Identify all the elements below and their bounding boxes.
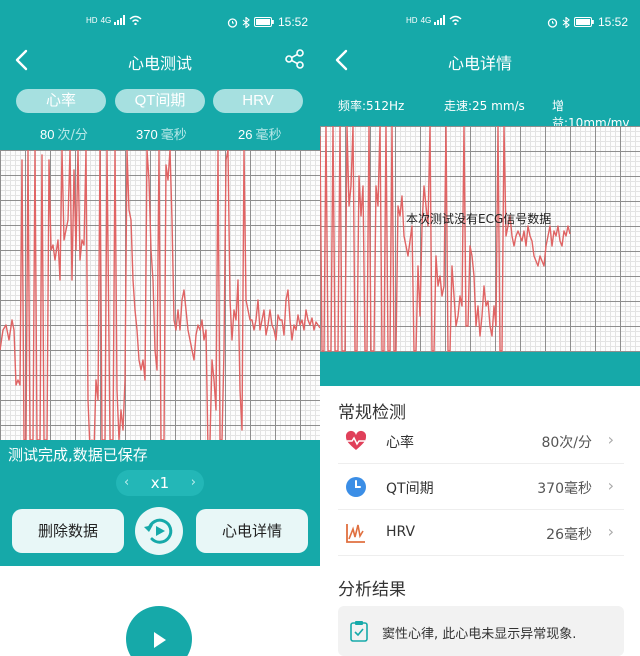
ecg-detail-button[interactable]: 心电详情 <box>196 509 308 553</box>
tab-hrv[interactable]: HRV <box>213 89 303 113</box>
item-label: QT间期 <box>386 481 434 497</box>
chevron-right-icon: › <box>607 476 614 495</box>
delete-data-button[interactable]: 删除数据 <box>12 509 124 553</box>
replay-icon <box>144 518 173 544</box>
clipboard-check-icon <box>350 621 368 642</box>
hrv-value: 26 毫秒 <box>238 127 282 143</box>
speed-selector[interactable]: ‹ x1 › <box>116 470 204 496</box>
battery-icon <box>253 17 274 27</box>
alarm-icon <box>227 17 238 28</box>
clock-time: 15:52 <box>277 15 308 29</box>
status-bar: HD 4G 15:52 <box>0 0 320 40</box>
item-value: 370毫秒 <box>537 481 592 497</box>
no-signal-message: 本次测试没有ECG信号数据 <box>406 212 552 226</box>
page-title: 心电测试 <box>127 54 192 73</box>
title-bar: 心电详情 <box>320 40 640 80</box>
hd-indicator: HD <box>86 15 98 25</box>
item-label: 心率 <box>386 435 414 451</box>
heart-rate-value: 80 次/分 <box>40 127 88 143</box>
ecg-waveform <box>320 126 571 352</box>
ecg-grid <box>0 150 320 442</box>
chevron-left-icon[interactable]: ‹ <box>124 470 129 496</box>
list-item-qt-interval[interactable]: QT间期 370毫秒 › <box>338 464 624 510</box>
play-button[interactable] <box>126 606 192 656</box>
ecg-waveform <box>0 150 320 442</box>
wifi-icon <box>449 15 462 25</box>
bluetooth-icon <box>562 16 570 28</box>
alarm-icon <box>547 17 558 28</box>
ecg-grid: 本次测试没有ECG信号数据 <box>320 126 640 352</box>
sample-rate: 频率:512Hz <box>338 99 405 113</box>
heart-rate-icon <box>345 430 367 450</box>
item-value: 80次/分 <box>541 435 592 451</box>
hrv-chart-icon <box>346 524 365 543</box>
list-item-heart-rate[interactable]: 心率 80次/分 › <box>338 418 624 464</box>
chevron-right-icon[interactable]: › <box>191 470 196 496</box>
metric-tabs: 心率 QT间期 HRV 80 次/分 370 毫秒 26 毫秒 <box>0 80 320 150</box>
analysis-result-box: 窦性心律, 此心电未显示异常现象. <box>338 606 624 656</box>
page-title: 心电详情 <box>447 54 512 73</box>
battery-icon <box>573 17 594 27</box>
signal-icon <box>434 15 446 25</box>
analysis-section-title: 分析结果 <box>338 580 406 600</box>
replay-button[interactable] <box>135 507 183 555</box>
share-icon[interactable] <box>284 48 306 70</box>
ecg-test-screen: HD 4G 15:52 心电测试 心率 QT间期 HRV 80 次/分 370 毫秒… <box>0 0 320 656</box>
play-icon <box>154 632 166 648</box>
item-label: HRV <box>386 524 416 540</box>
status-bar: HD 4G 15:52 <box>320 0 640 40</box>
wifi-icon <box>129 15 142 25</box>
hd-indicator: HD <box>406 15 418 25</box>
test-status-message: 测试完成,数据已保存 <box>8 446 148 464</box>
recording-params: 频率:512Hz 走速:25 mm/s 增益:10mm/mv <box>320 80 640 130</box>
tab-qt-interval[interactable]: QT间期 <box>115 89 205 113</box>
ecg-detail-screen: HD 4G 15:52 心电详情 频率:512Hz 走速:25 mm/s 增益:… <box>320 0 640 656</box>
control-panel: 测试完成,数据已保存 ‹ x1 › 删除数据 心电详情 <box>0 440 320 566</box>
analysis-result-text: 窦性心律, 此心电未显示异常现象. <box>382 627 577 642</box>
network-type: 4G <box>100 15 112 25</box>
qt-interval-value: 370 毫秒 <box>136 127 187 143</box>
list-item-hrv[interactable]: HRV 26毫秒 › <box>338 510 624 556</box>
paper-speed: 走速:25 mm/s <box>444 99 525 113</box>
item-value: 26毫秒 <box>546 527 592 543</box>
tab-heart-rate[interactable]: 心率 <box>16 89 106 113</box>
title-bar: 心电测试 <box>0 40 320 80</box>
chevron-right-icon: › <box>607 522 614 541</box>
speed-value: x1 <box>150 474 170 492</box>
clock-time: 15:52 <box>597 15 628 29</box>
clock-icon <box>346 477 366 497</box>
divider-band <box>320 352 640 386</box>
network-type: 4G <box>420 15 432 25</box>
signal-icon <box>114 15 126 25</box>
bluetooth-icon <box>242 16 250 28</box>
chevron-right-icon: › <box>607 430 614 449</box>
